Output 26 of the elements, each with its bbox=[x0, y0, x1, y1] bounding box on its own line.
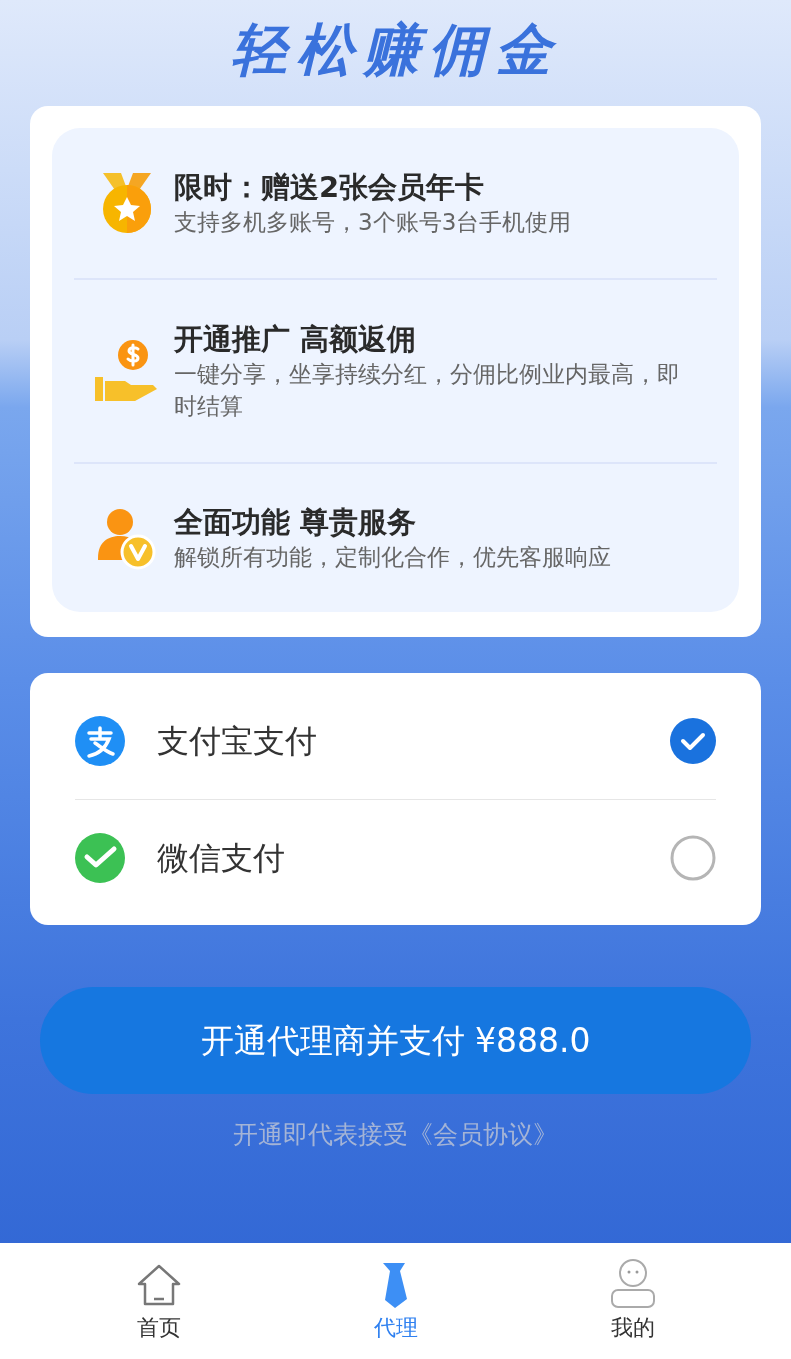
benefit-title: 全面功能 尊贵服务 bbox=[174, 504, 418, 541]
benefit-title: 开通推广 高额返佣 bbox=[174, 321, 418, 358]
benefit-description: 解锁所有功能，定制化合作，优先客服响应 bbox=[174, 543, 611, 572]
tab-label: 代理 bbox=[373, 1313, 418, 1342]
payment-label: 支付宝支付 bbox=[157, 721, 318, 762]
payment-option[interactable]: 微信支付 bbox=[75, 799, 716, 915]
radio-unchecked-icon[interactable] bbox=[670, 834, 716, 881]
payment-logo-icon bbox=[75, 832, 125, 883]
tab-label: 首页 bbox=[136, 1313, 181, 1342]
tab-bar-item[interactable]: 我的 bbox=[572, 1258, 693, 1344]
benefit-description: 一键分享，坐享持续分红，分佣比例业内最高，即时结算 bbox=[174, 360, 681, 421]
benefit-title: 限时：赠送2张会员年卡 bbox=[174, 169, 486, 206]
tab-label: 我的 bbox=[610, 1313, 655, 1342]
user-icon bbox=[609, 1258, 656, 1309]
payment-logo-icon bbox=[75, 716, 125, 766]
radio-checked-icon[interactable] bbox=[670, 718, 716, 764]
medal-icon bbox=[101, 171, 153, 235]
banner-title: 轻松赚佣金 bbox=[230, 18, 561, 84]
pay-button[interactable]: 开通代理商并支付 ¥888.0 bbox=[40, 987, 751, 1094]
payment-label: 微信支付 bbox=[157, 837, 286, 879]
tab-bar-item[interactable]: 首页 bbox=[98, 1258, 219, 1344]
coin-hand-icon bbox=[95, 339, 159, 403]
payment-option[interactable]: 支付宝支付 bbox=[75, 683, 716, 799]
vip-user-icon bbox=[98, 506, 156, 570]
benefit-description: 支持多机多账号，3个账号3台手机使用 bbox=[174, 208, 572, 237]
tab-bar-item[interactable]: 代理 bbox=[335, 1258, 456, 1344]
